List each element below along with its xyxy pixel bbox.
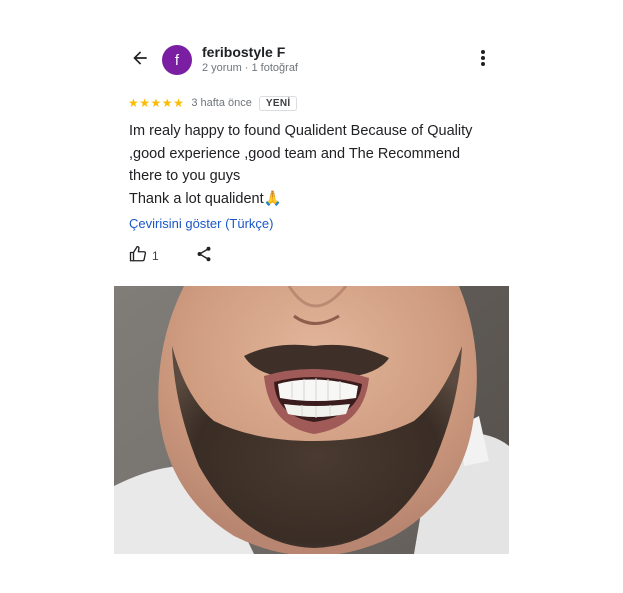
thumb-up-icon (129, 245, 147, 268)
new-badge: YENİ (258, 95, 298, 111)
rating-row: ★ ★ ★ ★ ★ 3 hafta önce YENİ (128, 94, 298, 112)
star-icon: ★ (139, 96, 151, 110)
review-text-line: ,good experience ,good team and The Reco… (129, 145, 461, 162)
like-button[interactable]: 1 (129, 245, 159, 268)
share-icon (195, 245, 213, 268)
review-text-line: Thank a lot qualident🙏 (129, 190, 282, 207)
share-button[interactable] (195, 245, 213, 268)
star-icon: ★ (161, 96, 173, 110)
avatar[interactable]: f (162, 45, 192, 75)
star-rating: ★ ★ ★ ★ ★ (128, 97, 184, 109)
show-translation-link[interactable]: Çevirisini göster (Türkçe) (129, 216, 273, 231)
review-actions: 1 (129, 245, 213, 267)
review-photo[interactable] (114, 286, 509, 554)
reviewer-meta: 2 yorum · 1 fotoğraf (202, 62, 298, 74)
like-count: 1 (152, 249, 159, 263)
avatar-letter: f (174, 51, 180, 69)
more-options-button[interactable] (474, 49, 492, 72)
review-text-line: there to you guys (129, 168, 241, 184)
review-text: Im realy happy to found Qualident Becaus… (129, 120, 499, 210)
reviewer-name[interactable]: feribostyle F (202, 44, 285, 60)
review-time: 3 hafta önce (191, 97, 252, 109)
back-button[interactable] (126, 46, 154, 74)
star-icon: ★ (128, 96, 139, 110)
star-icon: ★ (173, 96, 184, 110)
arrow-back-icon (130, 48, 150, 73)
star-icon: ★ (150, 96, 162, 110)
more-vert-icon (480, 49, 486, 72)
review-text-line: Im realy happy to found Qualident Becaus… (129, 123, 473, 139)
smiling-man-photo (114, 286, 509, 554)
